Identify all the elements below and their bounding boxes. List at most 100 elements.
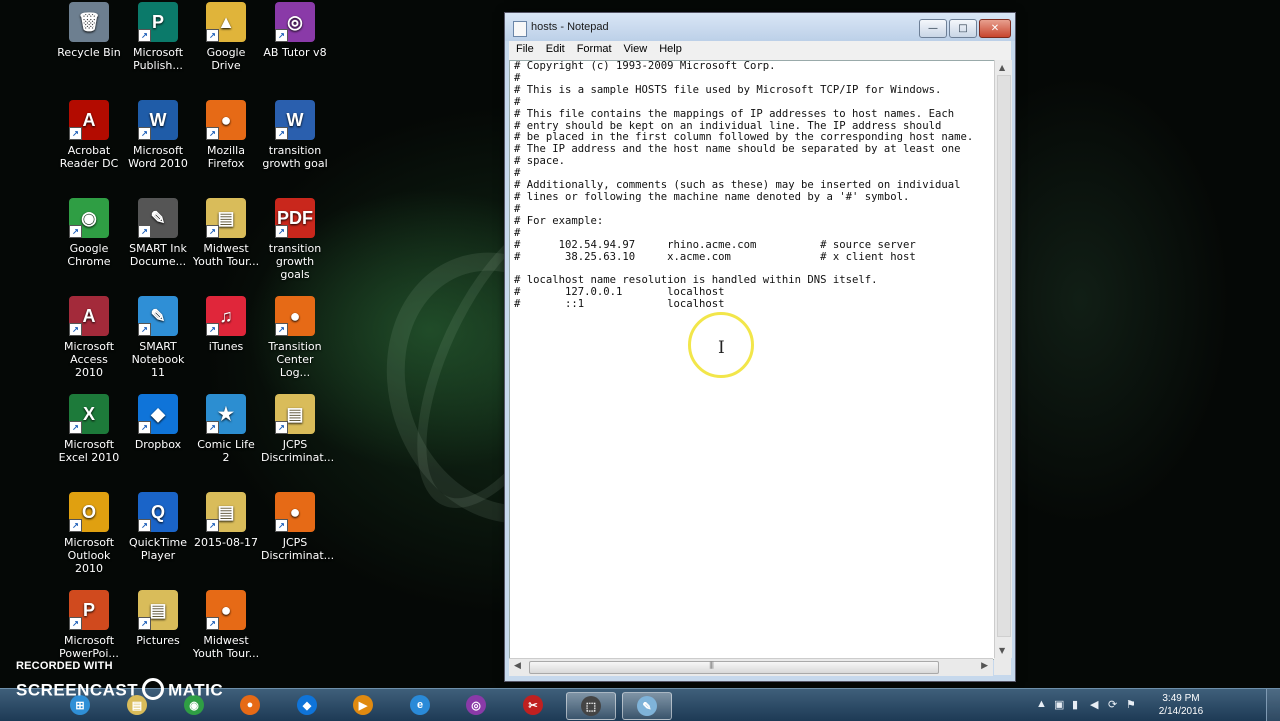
desktop-icon[interactable]: ● ↗ Transition Center Log...	[261, 296, 329, 379]
taskbar-screen-region[interactable]: ⬚	[566, 692, 616, 720]
desktop-icon[interactable]: ● ↗ Midwest Youth Tour...	[192, 590, 260, 660]
text-editor[interactable]: # Copyright (c) 1993-2009 Microsoft Corp…	[509, 60, 995, 660]
system-tray: ▲ ▣ ▮ ◀ ⟳ ⚑	[1030, 689, 1150, 721]
window-title: hosts - Notepad	[531, 21, 609, 33]
hosts-file-content[interactable]: # Copyright (c) 1993-2009 Microsoft Corp…	[510, 61, 994, 311]
close-button[interactable]: ✕	[979, 19, 1011, 38]
scroll-up-arrow-icon[interactable]: ▲	[999, 63, 1005, 72]
shortcut-arrow-icon: ↗	[69, 323, 82, 336]
shortcut-arrow-icon: ↗	[206, 225, 219, 238]
watermark-line1: RECORDED WITH	[16, 660, 113, 672]
shortcut-arrow-icon: ↗	[275, 127, 288, 140]
horizontal-scrollbar[interactable]: ◀ ||| ▶	[509, 658, 993, 676]
scroll-grip-icon: |||	[709, 661, 714, 669]
shortcut-arrow-icon: ↗	[206, 617, 219, 630]
shortcut-arrow-icon: ↗	[206, 29, 219, 42]
maximize-button[interactable]: □	[949, 19, 977, 38]
desktop-icon-label: Microsoft Publish...	[132, 46, 184, 72]
horizontal-scroll-thumb[interactable]	[529, 661, 939, 674]
desktop-icon[interactable]: ▤ ↗ Pictures	[124, 590, 192, 647]
speaker-icon[interactable]: ◀	[1090, 698, 1098, 711]
desktop-icon[interactable]: A ↗ Acrobat Reader DC	[55, 100, 123, 170]
desktop-icon[interactable]: ◉ ↗ Google Chrome	[55, 198, 123, 268]
desktop-icon[interactable]: ◎ ↗ AB Tutor v8	[261, 2, 329, 59]
scroll-left-arrow-icon[interactable]: ◀	[514, 661, 521, 671]
desktop-icon[interactable]: P ↗ Microsoft PowerPoi...	[55, 590, 123, 660]
shortcut-arrow-icon: ↗	[69, 225, 82, 238]
show-hidden-icons-icon[interactable]: ▲	[1036, 698, 1047, 710]
desktop-icon[interactable]: ★ ↗ Comic Life 2	[192, 394, 260, 464]
size-grip[interactable]	[994, 658, 1011, 675]
device-icon[interactable]: ▣	[1054, 698, 1064, 711]
notepad-window[interactable]: hosts - Notepad — □ ✕ File Edit Format View…	[504, 12, 1016, 682]
network-icon[interactable]: ▮	[1072, 698, 1078, 711]
shortcut-arrow-icon: ↗	[275, 29, 288, 42]
vertical-scrollbar[interactable]: ▲ ▼	[994, 60, 1012, 658]
folder-icon: ▤ ↗	[138, 590, 178, 630]
taskbar-firefox[interactable]: ●	[226, 692, 274, 718]
desktop-icon-label: JCPS Discriminat...	[261, 438, 335, 464]
taskbar-notepad[interactable]: ✎	[622, 692, 672, 720]
shortcut-arrow-icon: ↗	[275, 323, 288, 336]
menu-help[interactable]: Help	[652, 41, 687, 55]
dropbox-icon: ◆	[297, 695, 317, 715]
taskbar-snipping-tool[interactable]: ✂	[509, 692, 557, 718]
taskbar-dropbox[interactable]: ◆	[283, 692, 331, 718]
desktop-icon-label: Microsoft PowerPoi...	[59, 634, 119, 660]
desktop-icon-label: iTunes	[208, 340, 244, 353]
action-center-icon[interactable]: ⚑	[1126, 698, 1136, 711]
desktop-icon-label: Google Drive	[206, 46, 246, 72]
menu-view[interactable]: View	[617, 41, 653, 55]
taskbar-media-player[interactable]: ▶	[339, 692, 387, 718]
recycle-bin-icon: 🗑	[69, 2, 109, 42]
desktop-icon[interactable]: ✎ ↗ SMART Ink Docume...	[124, 198, 192, 268]
desktop-icon[interactable]: ◆ ↗ Dropbox	[124, 394, 192, 451]
vertical-scroll-track[interactable]	[997, 75, 1011, 637]
title-bar[interactable]: hosts - Notepad — □ ✕	[505, 13, 1015, 41]
desktop-icon[interactable]: ▤ ↗ 2015-08-17	[192, 492, 260, 549]
desktop-icon[interactable]: W ↗ Microsoft Word 2010	[124, 100, 192, 170]
desktop-icon[interactable]: W ↗ transition growth goal	[261, 100, 329, 170]
sync-icon[interactable]: ⟳	[1108, 698, 1117, 711]
desktop-icon-label: Transition Center Log...	[268, 340, 322, 379]
taskbar-ab-tutor[interactable]: ◎	[452, 692, 500, 718]
desktop-icon[interactable]: 🗑 Recycle Bin	[55, 2, 123, 59]
shortcut-arrow-icon: ↗	[275, 519, 288, 532]
shortcut-arrow-icon: ↗	[275, 421, 288, 434]
menu-file[interactable]: File	[509, 41, 539, 55]
desktop-icon[interactable]: O ↗ Microsoft Outlook 2010	[55, 492, 123, 575]
menu-bar: File Edit Format View Help	[509, 41, 1011, 60]
folder-icon: ▤ ↗	[206, 492, 246, 532]
desktop-icon-label: Microsoft Access 2010	[63, 340, 115, 379]
desktop-icon[interactable]: ▤ ↗ JCPS Discriminat...	[261, 394, 335, 464]
desktop-icon[interactable]: P ↗ Microsoft Publish...	[124, 2, 192, 72]
desktop-icon[interactable]: ● ↗ JCPS Discriminat...	[261, 492, 334, 562]
show-desktop-button[interactable]	[1266, 689, 1280, 721]
shortcut-arrow-icon: ↗	[69, 519, 82, 532]
desktop-icon-label: Dropbox	[134, 438, 182, 451]
desktop-icon[interactable]: ▲ ↗ Google Drive	[192, 2, 260, 72]
publisher-icon: P ↗	[138, 2, 178, 42]
desktop-icon[interactable]: PDF ↗ transition growth goals	[261, 198, 329, 281]
clock[interactable]: 3:49 PM 2/14/2016	[1150, 692, 1212, 718]
minimize-button[interactable]: —	[919, 19, 947, 38]
taskbar-internet-explorer[interactable]: e	[396, 692, 444, 718]
snipping-tool-icon: ✂	[523, 695, 543, 715]
ab-tutor-icon: ◎	[466, 695, 486, 715]
scroll-down-arrow-icon[interactable]: ▼	[999, 646, 1005, 655]
desktop-icon[interactable]: ✎ ↗ SMART Notebook 11	[124, 296, 192, 379]
desktop-icon[interactable]: Q ↗ QuickTime Player	[124, 492, 192, 562]
desktop-icon[interactable]: X ↗ Microsoft Excel 2010	[55, 394, 123, 464]
shortcut-arrow-icon: ↗	[69, 421, 82, 434]
desktop-icon[interactable]: ● ↗ Mozilla Firefox	[192, 100, 260, 170]
scroll-right-arrow-icon[interactable]: ▶	[981, 661, 988, 671]
word-document-icon: W ↗	[275, 100, 315, 140]
shortcut-arrow-icon: ↗	[138, 421, 151, 434]
menu-format[interactable]: Format	[570, 41, 617, 55]
desktop-icon[interactable]: A ↗ Microsoft Access 2010	[55, 296, 123, 379]
desktop-icon-label: SMART Ink Docume...	[129, 242, 187, 268]
desktop-icon[interactable]: ▤ ↗ Midwest Youth Tour...	[192, 198, 260, 268]
menu-edit[interactable]: Edit	[539, 41, 570, 55]
comic-life-icon: ★ ↗	[206, 394, 246, 434]
desktop-icon[interactable]: ♫ ↗ iTunes	[192, 296, 260, 353]
